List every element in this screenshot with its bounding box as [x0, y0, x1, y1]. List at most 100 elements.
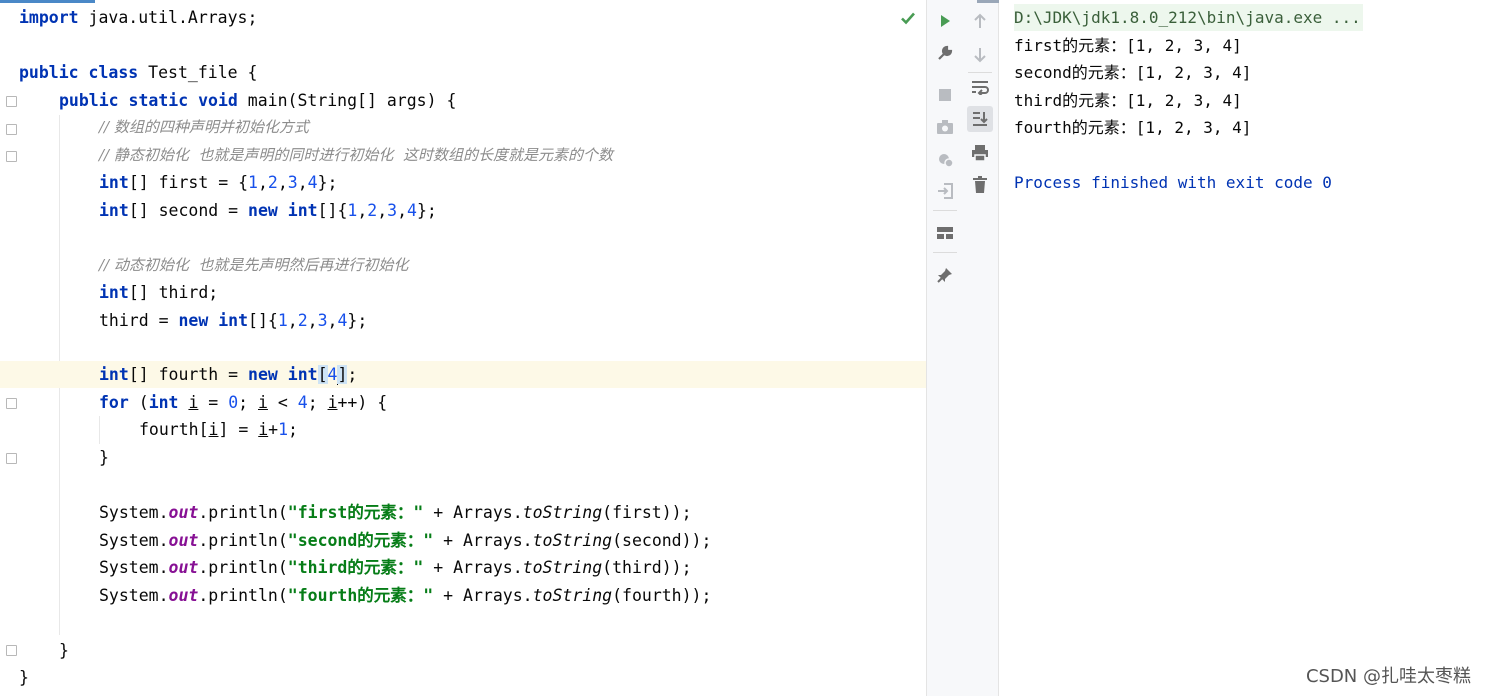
code-text: };	[347, 311, 368, 330]
code-text: (fourth));	[612, 586, 712, 605]
print-icon[interactable]	[967, 140, 993, 166]
string-literal: "fourth的元素："	[287, 586, 434, 605]
code-text: }	[19, 668, 29, 687]
pin-icon[interactable]	[932, 262, 958, 288]
console-output-line: first的元素：[1, 2, 3, 4]	[1014, 36, 1242, 55]
code-comment: // 动态初始化 也就是先声明然后再进行初始化	[99, 256, 409, 274]
code-text: (second));	[612, 531, 712, 550]
soft-wrap-icon[interactable]	[967, 74, 993, 100]
code-text: +	[268, 420, 279, 439]
code-line[interactable]: System.out.println("first的元素：" + Arrays.…	[0, 499, 926, 526]
keyword: int	[99, 173, 129, 192]
code-line[interactable]: System.out.println("fourth的元素：" + Arrays…	[0, 582, 926, 609]
keyword: new	[248, 365, 278, 384]
code-line-current[interactable]: int[] fourth = new int[4];	[0, 361, 926, 388]
scroll-to-end-icon[interactable]	[967, 106, 993, 132]
code-line[interactable]: }	[0, 637, 926, 664]
code-text: }	[59, 641, 69, 660]
arrow-up-icon[interactable]	[967, 8, 993, 34]
code-comment: // 数组的四种声明并初始化方式	[99, 118, 309, 136]
code-text: .println(	[198, 503, 288, 522]
code-comment: // 静态初始化 也就是声明的同时进行初始化 这时数组的长度就是元素的个数	[99, 146, 613, 164]
camera-icon[interactable]	[932, 114, 958, 140]
code-line[interactable]: int[] first = {1,2,3,4};	[0, 169, 926, 196]
code-text: + Arrays.	[433, 531, 533, 550]
code-text: .println(	[198, 558, 288, 577]
toolbar-separator	[933, 252, 957, 253]
stop-icon[interactable]	[932, 82, 958, 108]
variable: i	[258, 393, 268, 412]
code-text: java.util.Arrays;	[78, 8, 258, 27]
variable: i	[188, 393, 199, 412]
string-literal: "second的元素："	[287, 531, 434, 550]
trash-icon[interactable]	[967, 172, 993, 198]
code-line[interactable]: fourth[i] = i+1;	[0, 416, 926, 443]
code-line[interactable]: public class Test_file {	[0, 59, 926, 86]
wrench-icon[interactable]	[932, 40, 958, 66]
code-text: [] first = {	[128, 173, 249, 192]
code-text: [] fourth =	[128, 365, 249, 384]
code-text: };	[317, 173, 338, 192]
code-line[interactable]: // 静态初始化 也就是声明的同时进行初始化 这时数组的长度就是元素的个数	[0, 142, 926, 169]
code-line[interactable]: third = new int[]{1,2,3,4};	[0, 307, 926, 334]
code-text: <	[267, 393, 298, 412]
login-icon[interactable]	[932, 178, 958, 204]
arrow-down-icon[interactable]	[967, 42, 993, 68]
code-line[interactable]: }	[0, 664, 926, 691]
number-literal: 1	[278, 420, 289, 439]
run-icon[interactable]	[932, 8, 958, 34]
code-line[interactable]: import java.util.Arrays;	[0, 4, 926, 31]
number-literal: 4	[407, 201, 417, 220]
variable: i	[208, 420, 219, 439]
code-text: [] third;	[128, 283, 219, 302]
code-text: ,	[377, 201, 388, 220]
code-line[interactable]: public static void main(String[] args) {	[0, 87, 926, 114]
code-line[interactable]: int[] third;	[0, 279, 926, 306]
code-text: + Arrays.	[423, 558, 523, 577]
code-text: ,	[287, 311, 298, 330]
keyword: int	[287, 201, 318, 220]
keyword: int	[99, 283, 129, 302]
code-text: (third));	[602, 558, 692, 577]
keyword: public	[19, 63, 79, 82]
code-text: ;	[288, 420, 298, 439]
number-literal: 1	[347, 201, 358, 220]
keyword: int	[218, 311, 249, 330]
number-literal: 4	[297, 393, 308, 412]
code-text: ++) {	[337, 393, 388, 412]
code-line[interactable]: // 数组的四种声明并初始化方式	[0, 114, 926, 141]
code-text: ;	[307, 393, 328, 412]
keyword: int	[99, 365, 129, 384]
code-text: ,	[357, 201, 368, 220]
code-text: ,	[327, 311, 338, 330]
code-line[interactable]: }	[0, 444, 926, 471]
code-text: ,	[307, 311, 318, 330]
code-line[interactable]: System.out.println("second的元素：" + Arrays…	[0, 527, 926, 554]
code-text: (	[128, 393, 149, 412]
code-text: System.	[99, 531, 169, 550]
keyword: for	[99, 393, 129, 412]
console-command-line[interactable]: D:\JDK\jdk1.8.0_212\bin\java.exe ...	[1014, 4, 1363, 31]
console-exit-message: Process finished with exit code 0	[1014, 173, 1332, 192]
keyword: int	[99, 201, 129, 220]
console-output-line: third的元素：[1, 2, 3, 4]	[1014, 91, 1242, 110]
run-toolbar-right	[963, 0, 999, 696]
code-line[interactable]: // 动态初始化 也就是先声明然后再进行初始化	[0, 252, 926, 279]
code-line[interactable]: for (int i = 0; i < 4; i++) {	[0, 389, 926, 416]
number-literal: 2	[267, 173, 278, 192]
code-editor[interactable]: import java.util.Arrays; public class Te…	[0, 0, 926, 696]
code-line[interactable]: System.out.println("third的元素：" + Arrays.…	[0, 554, 926, 581]
code-line[interactable]: int[] second = new int[]{1,2,3,4};	[0, 197, 926, 224]
settings-bug-icon[interactable]	[932, 146, 958, 172]
matched-bracket: ]	[337, 365, 348, 384]
code-text: Test_file {	[138, 63, 258, 82]
keyword: void	[198, 91, 238, 110]
code-text: (first));	[602, 503, 692, 522]
console-output[interactable]: D:\JDK\jdk1.8.0_212\bin\java.exe ... fir…	[999, 0, 1485, 696]
string-literal: "first的元素："	[287, 503, 424, 522]
layout-icon[interactable]	[932, 220, 958, 246]
static-field: out	[168, 531, 199, 550]
static-field: out	[168, 558, 199, 577]
